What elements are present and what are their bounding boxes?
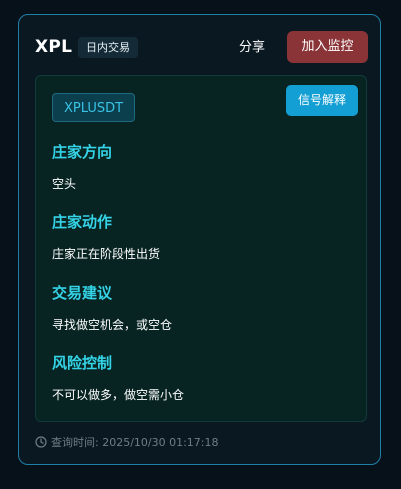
- symbol-badge: XPLUSDT: [52, 93, 136, 122]
- signal-explain-button[interactable]: 信号解释: [286, 85, 358, 116]
- section-title-trade-advice: 交易建议: [52, 284, 113, 302]
- section-value-banker-action: 庄家正在阶段性出货: [52, 247, 161, 261]
- query-time-text: 查询时间: 2025/10/30 01:17:18: [51, 436, 219, 449]
- section-title-banker-direction: 庄家方向: [52, 143, 113, 161]
- signal-panel: XPLUSDT 信号解释 庄家方向 空头 庄家动作 庄家正在阶段性出货 交易建议…: [35, 75, 367, 422]
- clock-icon: [35, 436, 47, 448]
- query-time-row: 查询时间: 2025/10/30 01:17:18: [35, 434, 219, 450]
- section-value-trade-advice: 寻找做空机会，或空仓: [52, 318, 173, 332]
- section-title-risk-control: 风险控制: [52, 354, 113, 372]
- section-value-risk-control: 不可以做多，做空需小仓: [52, 388, 185, 402]
- symbol-title: XPL: [35, 37, 73, 57]
- share-button[interactable]: 分享: [225, 32, 279, 63]
- add-monitor-button[interactable]: 加入监控: [287, 31, 368, 63]
- trade-type-tag: 日内交易: [78, 37, 138, 58]
- section-value-banker-direction: 空头: [52, 177, 77, 191]
- signal-card: XPL 日内交易 分享 加入监控 XPLUSDT 信号解释 庄家方向 空头 庄家…: [18, 14, 381, 465]
- section-title-banker-action: 庄家动作: [52, 213, 113, 231]
